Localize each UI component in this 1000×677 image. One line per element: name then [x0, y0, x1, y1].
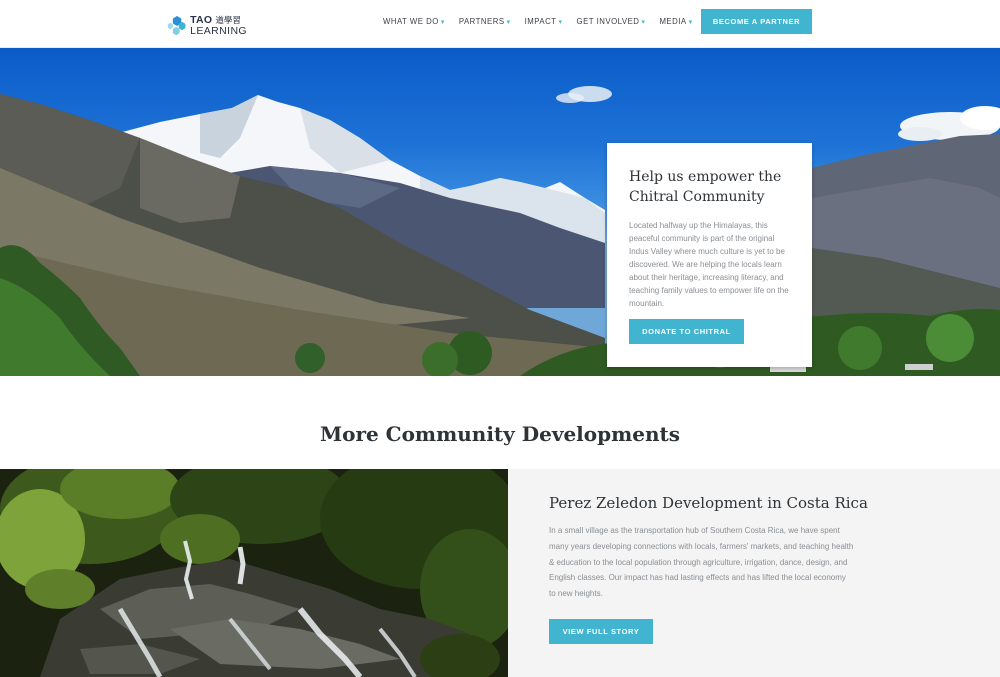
hero-description: Located halfway up the Himalayas, this p…	[629, 221, 789, 308]
nav-label: PARTNERS	[458, 17, 505, 26]
tao-learning-logo[interactable]: TAO 道學習 LEARNING	[167, 12, 247, 40]
donate-button[interactable]: DONATE TO CHITRAL	[629, 319, 744, 344]
become-partner-button[interactable]: BECOME A PARTNER	[701, 9, 812, 34]
hero-card: Help us empower the Chitral Community Lo…	[607, 143, 812, 367]
story-card: Perez Zeledon Development in Costa Rica …	[508, 469, 1000, 677]
nav-item-what-we-do[interactable]: WHAT WE DO ▾	[383, 17, 445, 26]
chevron-down-icon: ▾	[688, 18, 693, 26]
nav-item-get-involved[interactable]: GET INVOLVED ▾	[577, 17, 646, 26]
nav-label: MEDIA	[659, 17, 687, 26]
nav-label: IMPACT	[524, 17, 557, 26]
chevron-down-icon: ▾	[440, 18, 445, 26]
nav-label: WHAT WE DO	[383, 17, 439, 26]
hero-title: Help us empower the Chitral Community	[629, 169, 782, 205]
chevron-down-icon: ▾	[558, 18, 563, 26]
view-full-story-button[interactable]: VIEW FULL STORY	[549, 619, 653, 644]
nav-item-media[interactable]: MEDIA ▾	[659, 17, 692, 26]
forest-waterfall-illustration	[0, 469, 508, 677]
himalaya-landscape-image	[0, 86, 1000, 376]
chevron-down-icon: ▾	[641, 18, 646, 26]
nav-item-partners[interactable]: PARTNERS ▾	[459, 17, 511, 26]
main-nav: WHAT WE DO ▾ PARTNERS ▾ IMPACT ▾ GET INV…	[383, 17, 707, 26]
waterfall-image	[0, 469, 508, 677]
logo-sub: LEARNING	[190, 25, 247, 37]
site-header: TAO 道學習 LEARNING WHAT WE DO ▾ PARTNERS ▾…	[0, 0, 1000, 48]
section-title: More Community Developments	[319, 422, 681, 446]
nav-item-impact[interactable]: IMPACT ▾	[525, 17, 563, 26]
story-description: In a small village as the transportation…	[549, 526, 854, 599]
story-title: Perez Zeledon Development in Costa Rica	[549, 494, 868, 512]
hexagon-logo-icon	[167, 15, 186, 36]
hero-banner: Help us empower the Chitral Community Lo…	[0, 48, 1000, 376]
nav-label: GET INVOLVED	[576, 17, 640, 26]
chevron-down-icon: ▾	[506, 18, 511, 26]
